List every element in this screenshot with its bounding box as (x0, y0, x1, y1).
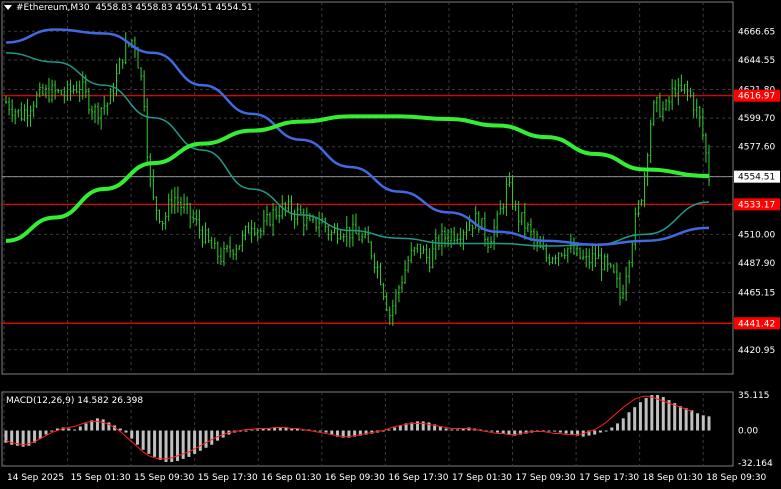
macd-histogram-bar (198, 430, 202, 451)
y-tick-label: 4666.65 (738, 27, 775, 37)
chart-area[interactable]: 4666.654644.554621.804599.704577.604554.… (0, 0, 781, 489)
macd-histogram-bar (398, 425, 402, 431)
macd-histogram-bar (215, 430, 219, 441)
macd-histogram-bar (593, 430, 597, 435)
macd-histogram-bar (153, 430, 157, 457)
macd-histogram-bar (318, 430, 322, 432)
macd-histogram-bar (496, 430, 500, 433)
x-tick-label: 15 Sep 09:30 (134, 473, 194, 483)
y-tick-label: 4599.70 (738, 114, 775, 124)
x-tick-label: 17 Sep 17:30 (579, 473, 639, 483)
y-tick-label: 4420.95 (738, 346, 775, 356)
macd-histogram-bar (598, 430, 602, 433)
macd-histogram-bar (570, 430, 574, 435)
macd-histogram-bar (50, 430, 54, 432)
macd-histogram-bar (210, 430, 214, 445)
macd-histogram-bar (84, 423, 88, 431)
macd-histogram-bar (627, 412, 631, 431)
macd-histogram-bar (678, 406, 682, 431)
macd-histogram-bar (696, 413, 700, 431)
y-tick-label: 4644.55 (738, 56, 775, 66)
macd-histogram-bar (124, 430, 128, 433)
macd-histogram-bar (701, 415, 705, 431)
macd-y-tick-label: -32.164 (738, 459, 773, 469)
macd-histogram-bar (564, 430, 568, 434)
y-tick-label: 4510.00 (738, 230, 775, 240)
x-tick-label: 18 Sep 01:30 (643, 473, 703, 483)
macd-histogram-bar (387, 429, 391, 431)
macd-histogram-bar (193, 430, 197, 454)
macd-histogram-bar (67, 428, 71, 431)
macd-histogram-bar (135, 430, 139, 445)
macd-histogram-bar (661, 397, 665, 431)
macd-histogram-bar (78, 426, 82, 431)
macd-histogram-bar (490, 430, 494, 432)
level-price-label: 4616.97 (738, 92, 775, 102)
y-tick-label: 4487.90 (738, 259, 775, 269)
x-tick-label: 15 Sep 17:30 (198, 473, 258, 483)
macd-histogram-bar (547, 430, 551, 432)
macd-histogram-bar (38, 430, 42, 439)
macd-histogram-bar (450, 429, 454, 431)
chart-svg: 4666.654644.554621.804599.704577.604554.… (1, 1, 780, 483)
macd-histogram-bar (656, 395, 660, 431)
macd-histogram-bar (44, 430, 48, 435)
macd-histogram-bar (610, 427, 614, 431)
macd-histogram-bar (101, 419, 105, 431)
x-tick-label: 18 Sep 09:30 (706, 473, 766, 483)
macd-histogram-bar (187, 430, 191, 457)
ma-fast-line (5, 52, 710, 247)
macd-histogram-bar (130, 430, 134, 439)
x-tick-label: 16 Sep 17:30 (388, 473, 448, 483)
macd-y-tick-label: 0.00 (738, 427, 758, 437)
macd-histogram-bar (158, 430, 162, 460)
macd-histogram-bar (684, 408, 688, 431)
macd-histogram-bar (73, 429, 77, 431)
macd-histogram-bar (204, 430, 208, 448)
ma-slow-line (5, 114, 710, 243)
macd-histogram-bar (644, 398, 648, 431)
macd-histogram-bar (456, 429, 460, 431)
macd-histogram-bar (147, 430, 151, 454)
macd-histogram-bar (324, 430, 328, 433)
x-tick-label: 17 Sep 09:30 (516, 473, 576, 483)
macd-histogram-bar (244, 430, 248, 432)
x-tick-label: 15 Sep 01:30 (71, 473, 131, 483)
macd-histogram-bar (673, 403, 677, 431)
macd-histogram-bar (421, 421, 425, 431)
y-tick-label: 4465.15 (738, 289, 775, 299)
macd-histogram-bar (255, 429, 259, 431)
macd-histogram-bar (164, 430, 168, 462)
macd-histogram-bar (444, 428, 448, 431)
macd-histogram-bar (638, 402, 642, 431)
macd-histogram-bar (633, 407, 637, 431)
macd-histogram-bar (416, 421, 420, 431)
macd-histogram-bar (621, 418, 625, 431)
macd-histogram-bar (553, 430, 557, 432)
macd-histogram-bar (95, 418, 99, 431)
macd-histogram-bar (616, 423, 620, 431)
macd-histogram-bar (141, 430, 145, 450)
macd-histogram-bar (393, 427, 397, 431)
x-tick-label: 17 Sep 01:30 (452, 473, 512, 483)
x-tick-label: 16 Sep 09:30 (325, 473, 385, 483)
y-tick-label: 4577.60 (738, 143, 775, 153)
macd-histogram-bar (604, 430, 608, 432)
current-price-label: 4554.51 (738, 173, 775, 183)
macd-y-tick-label: 35.115 (738, 391, 770, 401)
macd-histogram-bar (650, 395, 654, 431)
macd-histogram-bar (707, 416, 711, 431)
macd-histogram-bar (690, 410, 694, 431)
level-price-label: 4533.17 (738, 200, 775, 210)
x-tick-label: 14 Sep 2025 (7, 473, 64, 483)
ma-mid-line (5, 28, 710, 246)
macd-histogram-bar (667, 400, 671, 431)
x-tick-label: 16 Sep 01:30 (261, 473, 321, 483)
level-price-label: 4441.42 (738, 319, 775, 329)
macd-histogram-bar (558, 430, 562, 433)
macd-histogram-bar (427, 422, 431, 431)
